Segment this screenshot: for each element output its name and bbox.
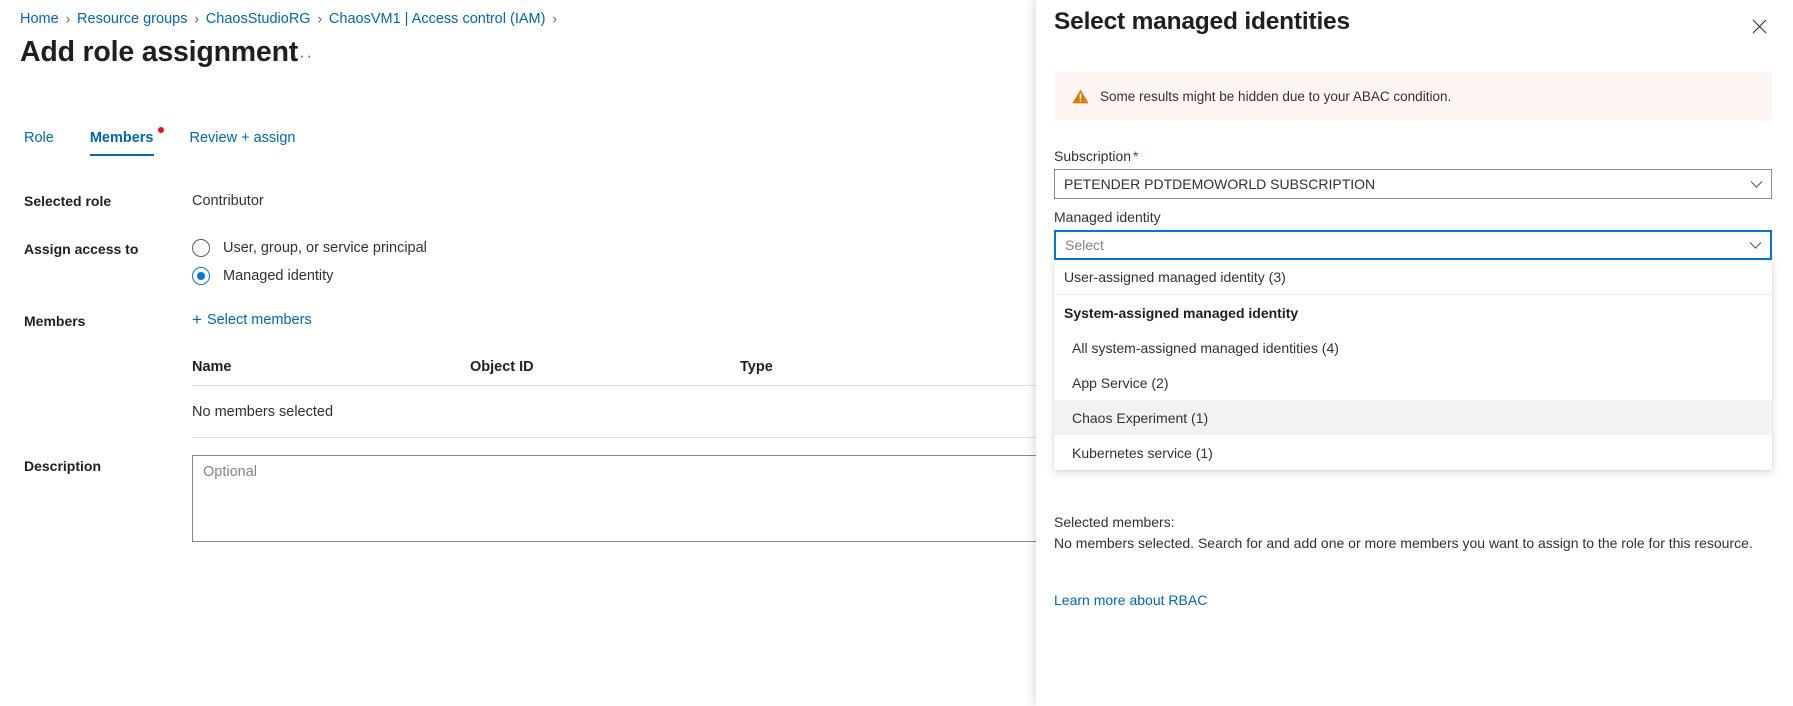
select-members-button[interactable]: + Select members [192,312,312,328]
table-row: No members selected [192,386,1036,438]
chevron-down-icon [1750,180,1763,189]
tab-review-assign[interactable]: Review + assign [190,130,296,156]
radio-user-group-service-principal[interactable]: User, group, or service principal [192,239,427,257]
members-table: Name Object ID Type No members selected [192,359,1036,438]
dropdown-option-label: User-assigned managed identity (3) [1064,269,1286,285]
breadcrumb-separator: › [318,8,322,31]
members-empty-message: No members selected [192,404,470,420]
dropdown-option-label: Chaos Experiment (1) [1072,410,1208,426]
selected-role-value: Contributor [192,193,264,209]
app-root: Home › Resource groups › ChaosStudioRG ›… [0,0,1793,706]
add-role-assignment-pane: Home › Resource groups › ChaosStudioRG ›… [0,0,1036,706]
description-input[interactable] [192,455,1036,542]
radio-managed-identity-label: Managed identity [223,268,333,284]
subscription-dropdown[interactable]: PETENDER PDTDEMOWORLD SUBSCRIPTION [1054,169,1772,199]
breadcrumb-separator: › [194,8,198,31]
tab-members-dirty-indicator [158,127,164,133]
dropdown-option-label: Kubernetes service (1) [1072,445,1213,461]
column-header-name: Name [192,359,470,375]
selected-role-label: Selected role [24,193,111,209]
dropdown-option-label: All system-assigned managed identities (… [1072,340,1339,356]
warning-triangle-icon [1072,89,1089,104]
selected-members-section: Selected members: No members selected. S… [1054,512,1754,554]
subscription-value: PETENDER PDTDEMOWORLD SUBSCRIPTION [1064,176,1744,192]
assign-access-to-label: Assign access to [24,241,138,257]
dropdown-option-kubernetes-service[interactable]: Kubernetes service (1) [1054,435,1772,470]
radio-user-group-service-principal-label: User, group, or service principal [223,240,427,256]
tab-review-assign-label: Review + assign [190,130,296,146]
dropdown-option-all-system-assigned[interactable]: All system-assigned managed identities (… [1054,330,1772,365]
radio-circle-checked-icon [192,267,210,285]
managed-identity-dropdown-list: User-assigned managed identity (3) Syste… [1054,260,1772,470]
radio-circle-icon [192,239,210,257]
members-table-header: Name Object ID Type [192,359,1036,386]
subscription-label: Subscription* [1054,148,1139,164]
plus-icon: + [192,313,202,327]
chevron-down-icon [1749,241,1762,250]
abac-warning-banner: Some results might be hidden due to your… [1054,72,1772,121]
panel-title: Select managed identities [1054,8,1350,36]
dropdown-option-chaos-experiment[interactable]: Chaos Experiment (1) [1054,400,1772,435]
managed-identity-value: Select [1065,237,1743,253]
tab-role[interactable]: Role [24,130,54,156]
close-icon[interactable] [1746,13,1772,39]
breadcrumb-item-resource-groups[interactable]: Resource groups [77,9,187,29]
more-options-button[interactable]: ··· [292,46,313,66]
learn-more-about-rbac-link[interactable]: Learn more about RBAC [1054,592,1207,608]
tab-members[interactable]: Members [90,130,154,156]
managed-identity-label: Managed identity [1054,209,1161,225]
selected-members-body: No members selected. Search for and add … [1054,533,1754,554]
subscription-label-text: Subscription [1054,148,1131,164]
required-marker: * [1133,148,1138,164]
managed-identity-dropdown[interactable]: Select [1054,230,1772,260]
dropdown-option-label: App Service (2) [1072,375,1168,391]
column-header-object-id: Object ID [470,359,740,375]
dropdown-group-header-label: System-assigned managed identity [1064,305,1298,321]
wizard-tabs: Role Members Review + assign [24,130,331,156]
selected-members-heading: Selected members: [1054,512,1754,533]
members-label: Members [24,313,85,329]
select-members-label: Select members [207,312,312,328]
tab-members-label: Members [90,130,154,146]
description-label: Description [24,458,101,474]
breadcrumb-item-home[interactable]: Home [20,9,59,29]
radio-managed-identity[interactable]: Managed identity [192,267,333,285]
page-title: Add role assignment [20,36,298,69]
abac-warning-text: Some results might be hidden due to your… [1100,89,1451,104]
select-managed-identities-panel: Select managed identities Some results m… [1036,0,1793,706]
breadcrumb-separator: › [66,8,70,31]
column-header-type: Type [740,359,1036,375]
dropdown-group-header-system-assigned: System-assigned managed identity [1054,295,1772,330]
breadcrumb-item-chaosvm1-access-control[interactable]: ChaosVM1 | Access control (IAM) [329,9,546,29]
breadcrumb: Home › Resource groups › ChaosStudioRG ›… [20,9,564,29]
breadcrumb-item-chaosstudiorg[interactable]: ChaosStudioRG [206,9,311,29]
dropdown-option-app-service[interactable]: App Service (2) [1054,365,1772,400]
dropdown-option-user-assigned[interactable]: User-assigned managed identity (3) [1054,260,1772,295]
breadcrumb-separator: › [552,8,556,31]
tab-role-label: Role [24,130,54,146]
